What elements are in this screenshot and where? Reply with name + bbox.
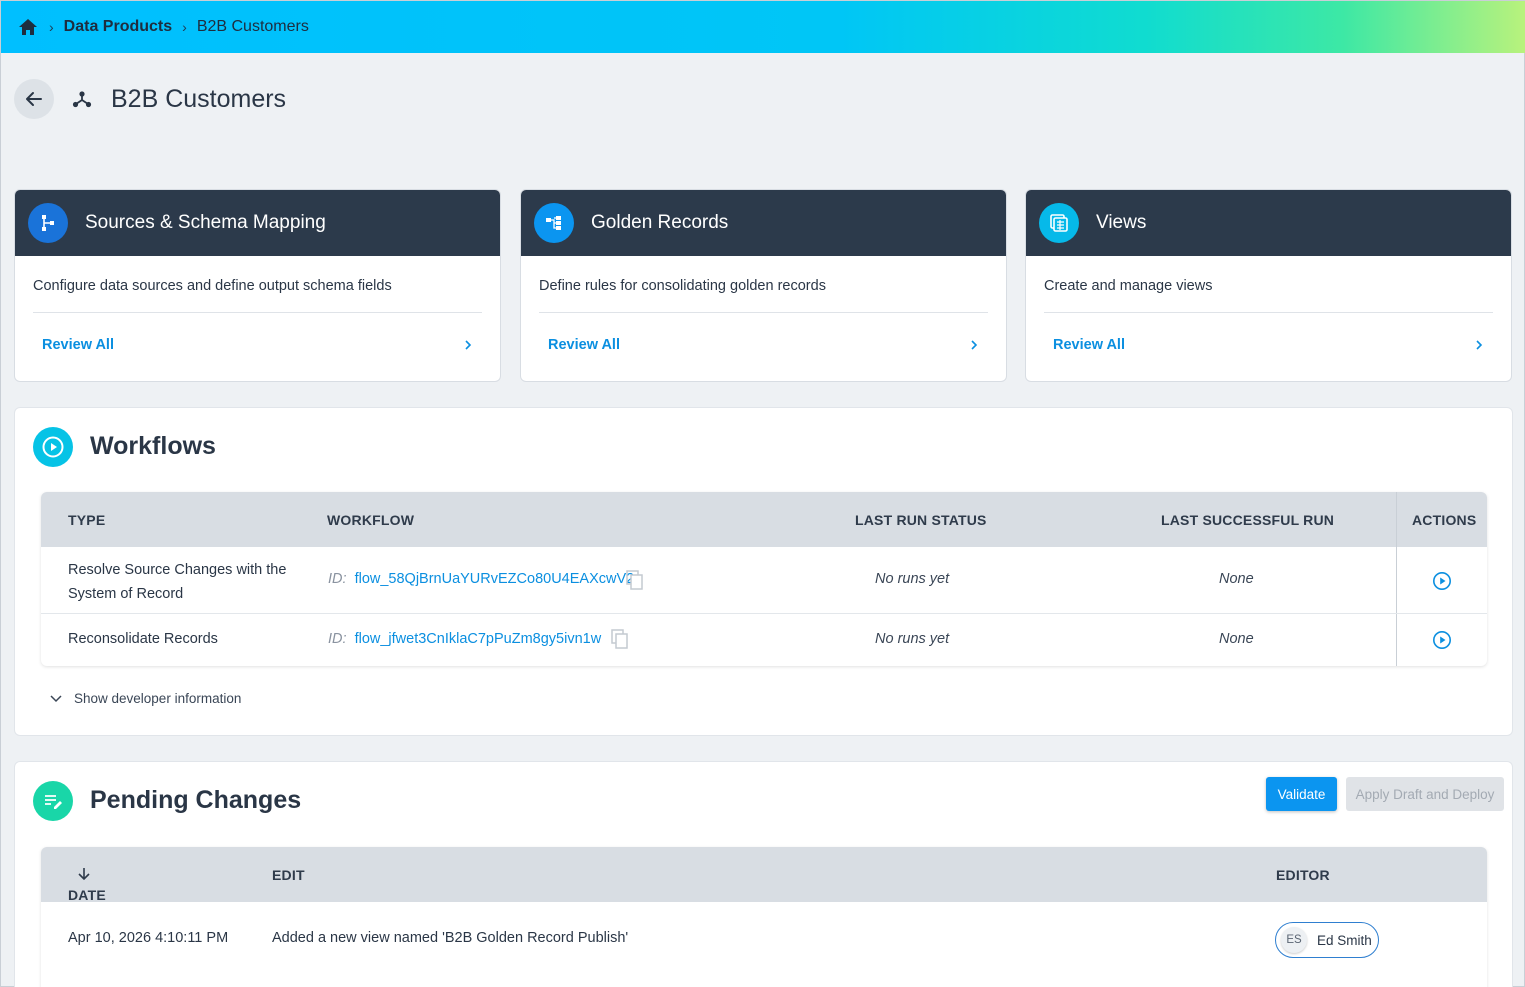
workflow-type: Resolve Source Changes with the System o… bbox=[68, 558, 286, 606]
chevron-right-icon[interactable] bbox=[1473, 339, 1485, 351]
page-title: B2B Customers bbox=[111, 85, 287, 113]
column-header-date-label: DATE bbox=[68, 887, 106, 903]
table-header: TYPE WORKFLOW LAST RUN STATUS LAST SUCCE… bbox=[41, 492, 1487, 547]
table-row: Apr 10, 2026 4:10:11 PM Added a new view… bbox=[41, 902, 1487, 976]
avatar: ES bbox=[1281, 927, 1307, 953]
last-run-status: No runs yet bbox=[875, 631, 950, 647]
review-all-link-row[interactable]: Review All bbox=[1026, 313, 1511, 377]
review-all-link-row[interactable]: Review All bbox=[521, 313, 1006, 377]
card-title: Golden Records bbox=[591, 212, 729, 233]
card-title: Views bbox=[1096, 212, 1147, 233]
last-successful-run: None bbox=[1219, 571, 1254, 587]
review-all-link[interactable]: Review All bbox=[548, 337, 620, 353]
pending-changes-table: DATE EDIT EDITOR Apr 10, 2026 4:10:11 PM… bbox=[41, 847, 1487, 987]
breadcrumb-separator: › bbox=[49, 19, 54, 35]
arrow-down-icon[interactable] bbox=[78, 867, 90, 881]
editor-chip[interactable]: ES Ed Smith bbox=[1275, 922, 1379, 958]
table-row: Reconsolidate Records ID: flow_jfwet3CnI… bbox=[41, 614, 1487, 666]
editor-name: Ed Smith bbox=[1317, 932, 1372, 948]
workflow-type-line: Resolve Source Changes with the bbox=[68, 562, 287, 578]
review-all-link-row[interactable]: Review All bbox=[15, 313, 500, 377]
run-workflow-icon[interactable] bbox=[1432, 571, 1452, 591]
workflow-id-cell: ID: flow_jfwet3CnIklaC7pPuZm8gy5ivn1w bbox=[328, 631, 601, 647]
breadcrumb-bar: › Data Products › B2B Customers bbox=[1, 1, 1525, 53]
pending-changes-panel: Pending Changes Validate Apply Draft and… bbox=[14, 761, 1513, 987]
chevron-right-icon[interactable] bbox=[462, 339, 474, 351]
home-icon[interactable] bbox=[17, 16, 39, 38]
breadcrumb-data-products[interactable]: Data Products bbox=[64, 18, 172, 36]
review-all-link[interactable]: Review All bbox=[1053, 337, 1125, 353]
card-views: Views Create and manage views Review All bbox=[1025, 189, 1512, 382]
card-sources-schema-mapping: Sources & Schema Mapping Configure data … bbox=[14, 189, 501, 382]
workflows-title: Workflows bbox=[90, 432, 216, 460]
copy-icon[interactable] bbox=[611, 629, 629, 649]
id-label: ID: bbox=[328, 571, 347, 587]
show-developer-info-label: Show developer information bbox=[74, 691, 242, 706]
id-label: ID: bbox=[328, 631, 347, 647]
apply-draft-deploy-button[interactable]: Apply Draft and Deploy bbox=[1346, 777, 1504, 811]
last-run-status: No runs yet bbox=[875, 571, 950, 587]
workflows-table: TYPE WORKFLOW LAST RUN STATUS LAST SUCCE… bbox=[41, 492, 1487, 666]
change-edit: Added a new view named 'B2B Golden Recor… bbox=[272, 930, 629, 946]
change-date: Apr 10, 2026 4:10:11 PM bbox=[68, 930, 229, 946]
workflows-panel: Workflows TYPE WORKFLOW LAST RUN STATUS … bbox=[14, 407, 1513, 736]
column-header-actions: ACTIONS bbox=[1412, 512, 1477, 528]
last-successful-run: None bbox=[1219, 631, 1254, 647]
column-header-type: TYPE bbox=[68, 512, 106, 528]
chevron-down-icon bbox=[50, 694, 62, 702]
copy-icon[interactable] bbox=[626, 570, 644, 590]
card-golden-records: Golden Records Define rules for consolid… bbox=[520, 189, 1007, 382]
views-icon bbox=[1039, 203, 1079, 243]
run-workflow-icon[interactable] bbox=[1432, 630, 1452, 650]
column-header-workflow: WORKFLOW bbox=[327, 512, 415, 528]
column-header-last-successful-run: LAST SUCCESSFUL RUN bbox=[1161, 512, 1335, 528]
column-header-date[interactable]: DATE bbox=[68, 867, 106, 903]
arrow-left-icon bbox=[26, 92, 42, 106]
table-header: DATE EDIT EDITOR bbox=[41, 847, 1487, 903]
column-header-last-run-status: LAST RUN STATUS bbox=[855, 512, 987, 528]
review-all-link[interactable]: Review All bbox=[42, 337, 114, 353]
workflow-type-line: System of Record bbox=[68, 586, 184, 602]
back-button[interactable] bbox=[14, 79, 54, 119]
golden-records-icon bbox=[534, 203, 574, 243]
workflow-id-cell: ID: flow_58QjBrnUaYURvEZCo80U4EAXcwV2 bbox=[328, 571, 634, 587]
validate-button[interactable]: Validate bbox=[1266, 777, 1337, 811]
card-description: Create and manage views bbox=[1044, 278, 1213, 294]
workflow-id-link[interactable]: flow_58QjBrnUaYURvEZCo80U4EAXcwV2 bbox=[355, 571, 635, 587]
actions-column-divider bbox=[1396, 614, 1397, 666]
breadcrumb-separator: › bbox=[182, 19, 187, 35]
data-product-icon bbox=[72, 91, 92, 108]
card-title: Sources & Schema Mapping bbox=[85, 212, 326, 233]
actions-column-divider bbox=[1396, 547, 1397, 613]
workflow-id-link[interactable]: flow_jfwet3CnIklaC7pPuZm8gy5ivn1w bbox=[355, 631, 602, 647]
card-description: Define rules for consolidating golden re… bbox=[539, 278, 826, 294]
workflow-type: Reconsolidate Records bbox=[68, 631, 218, 647]
show-developer-info-toggle[interactable]: Show developer information bbox=[50, 691, 241, 706]
pending-changes-title: Pending Changes bbox=[90, 786, 302, 814]
edit-list-icon bbox=[33, 781, 73, 821]
column-header-edit: EDIT bbox=[272, 867, 305, 883]
schema-mapping-icon bbox=[28, 203, 68, 243]
breadcrumb-current: B2B Customers bbox=[196, 18, 309, 35]
table-row: Resolve Source Changes with the System o… bbox=[41, 547, 1487, 614]
card-description: Configure data sources and define output… bbox=[33, 278, 392, 294]
chevron-right-icon[interactable] bbox=[968, 339, 980, 351]
play-circle-icon bbox=[33, 427, 73, 467]
actions-column-divider bbox=[1396, 492, 1397, 547]
column-header-editor: EDITOR bbox=[1276, 867, 1330, 883]
